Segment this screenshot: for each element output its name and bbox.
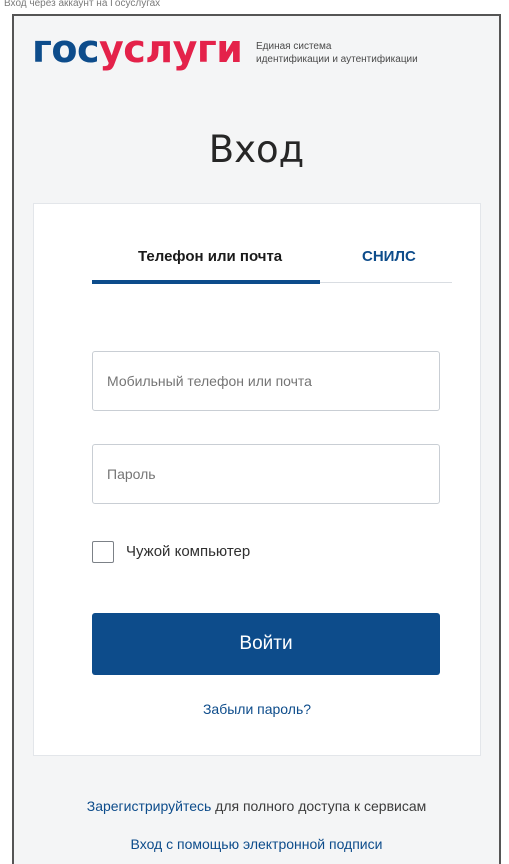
register-link[interactable]: Зарегистрируйтесь	[87, 798, 212, 814]
login-window: госуслуги Единая система идентификации и…	[12, 14, 501, 864]
esia-line-1: Единая система	[256, 41, 332, 52]
logo-part-gos: гос	[32, 27, 100, 71]
tab-phone-or-email[interactable]: Телефон или почта	[138, 248, 282, 265]
register-line: Зарегистрируйтесь для полного доступа к …	[14, 798, 499, 814]
digital-signature-link[interactable]: Вход с помощью электронной подписи	[14, 836, 499, 852]
login-tabs: Телефон или почта СНИЛС	[92, 232, 452, 290]
esia-line-2: идентификации и аутентификации	[256, 54, 418, 65]
gosuslugi-logo[interactable]: госуслуги	[32, 26, 243, 72]
page-title: Вход	[208, 128, 305, 171]
login-input[interactable]	[92, 351, 440, 411]
login-card: Телефон или почта СНИЛС Чужой компьютер …	[33, 203, 481, 756]
tab-snils[interactable]: СНИЛС	[362, 248, 416, 265]
foreign-computer-label[interactable]: Чужой компьютер	[126, 543, 250, 560]
header: госуслуги Единая система идентификации и…	[32, 26, 499, 76]
foreign-computer-checkbox[interactable]	[92, 541, 114, 563]
active-tab-indicator	[92, 280, 320, 284]
login-button[interactable]: Войти	[92, 613, 440, 675]
logo-part-uslugi: услуги	[99, 27, 243, 71]
register-text: для полного доступа к сервисам	[211, 798, 427, 814]
page-caption: Вход через аккаунт на Госуслугах	[4, 0, 161, 9]
forgot-password-link[interactable]: Забыли пароль?	[34, 701, 480, 717]
esia-caption: Единая система идентификации и аутентифи…	[256, 40, 418, 66]
password-input[interactable]	[92, 444, 440, 504]
